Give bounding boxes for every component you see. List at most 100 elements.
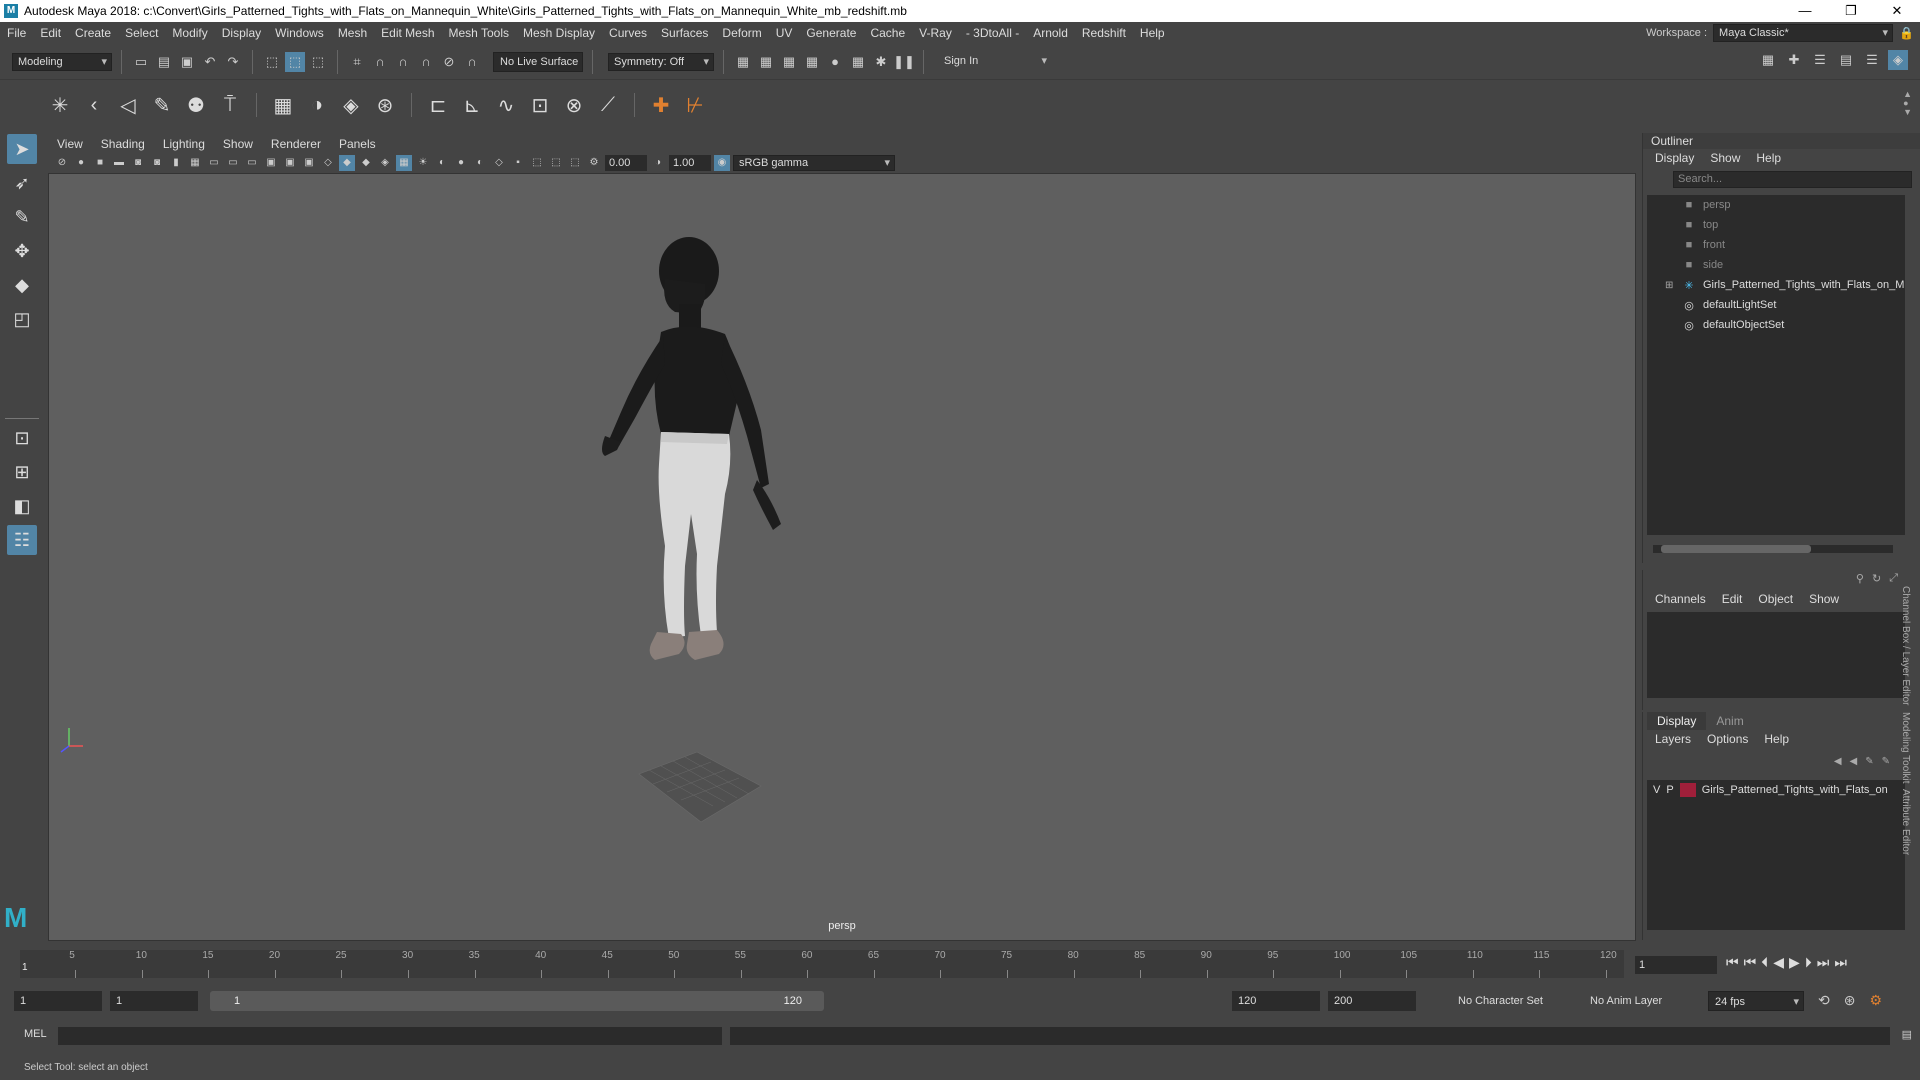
textured-icon[interactable]: ◈ (377, 155, 393, 171)
film-gate-icon[interactable]: ▭ (206, 155, 222, 171)
cb-menu-edit[interactable]: Edit (1714, 592, 1751, 606)
tab-modeling-toolkit[interactable]: Modeling Toolkit (1900, 712, 1911, 784)
expand-icon[interactable]: ⊞ (1665, 280, 1673, 291)
live-surface-field[interactable]: No Live Surface (493, 51, 583, 72)
bend-icon[interactable]: ⊏ (424, 91, 452, 119)
undo-icon[interactable]: ↶ (200, 52, 220, 72)
play-forwards-icon[interactable]: ▶ (1789, 954, 1800, 971)
human-ik-icon[interactable]: ✚ (1784, 50, 1804, 70)
step-back-key-icon[interactable]: ⏮ (1744, 954, 1757, 971)
menu-file[interactable]: File (0, 26, 33, 40)
menu-edit[interactable]: Edit (33, 26, 68, 40)
wireframe-icon[interactable]: ◇ (320, 155, 336, 171)
snap-point-icon[interactable]: ∩ (393, 52, 413, 72)
joint-icon[interactable]: ⍑ (216, 91, 244, 119)
move-tool-icon[interactable]: ✥ (7, 236, 37, 266)
animation-end-field[interactable]: 200 (1328, 991, 1416, 1011)
motion-blur-icon[interactable]: ● (453, 155, 469, 171)
gamma-field[interactable]: 1.00 (669, 155, 711, 171)
le-menu-options[interactable]: Options (1699, 732, 1756, 746)
light-editor-icon[interactable]: ✱ (871, 52, 891, 72)
resolution-gate-icon[interactable]: ▭ (225, 155, 241, 171)
outliner-item[interactable]: ■ front (1647, 235, 1905, 255)
squash-icon[interactable]: ⊡ (526, 91, 554, 119)
outliner-item[interactable]: ⊞ ✳ Girls_Patterned_Tights_with_Flats_on_M (1647, 275, 1905, 295)
tab-anim[interactable]: Anim (1706, 712, 1753, 730)
modeling-toolkit-icon[interactable]: ▦ (1758, 50, 1778, 70)
outliner-item[interactable]: ■ side (1647, 255, 1905, 275)
ik-handle-icon[interactable]: ⊬ (681, 91, 709, 119)
wireframe-on-shaded-icon[interactable]: ◆ (358, 155, 374, 171)
channel-box-toggle-icon[interactable]: ☰ (1862, 50, 1882, 70)
layer-editor-toggle-icon[interactable]: ◈ (1888, 50, 1908, 70)
minimize-button[interactable]: — (1782, 0, 1828, 22)
hypershade-icon[interactable]: ● (825, 52, 845, 72)
restore-button[interactable]: ❐ (1828, 0, 1874, 22)
script-editor-icon[interactable]: ▤ (1902, 1028, 1912, 1041)
ep-curve-icon[interactable]: ‹ (80, 91, 108, 119)
camera-select-icon[interactable]: ⊘ (54, 155, 70, 171)
layer-playback-toggle[interactable]: P (1666, 784, 1673, 796)
menu-edit-mesh[interactable]: Edit Mesh (374, 26, 441, 40)
menu-mesh-display[interactable]: Mesh Display (516, 26, 602, 40)
select-object-icon[interactable]: ⬚ (285, 51, 305, 72)
camera-attr-icon[interactable]: ● (73, 155, 89, 171)
vp-menu-show[interactable]: Show (214, 137, 262, 151)
le-menu-layers[interactable]: Layers (1647, 732, 1699, 746)
pin-icon[interactable]: ⤢ (1889, 572, 1898, 585)
layer-row[interactable]: V P Girls_Patterned_Tights_with_Flats_on (1647, 780, 1905, 800)
sine-icon[interactable]: ∿ (492, 91, 520, 119)
menu-uv[interactable]: UV (769, 26, 800, 40)
gate-mask-icon[interactable]: ▭ (244, 155, 260, 171)
menu-select[interactable]: Select (118, 26, 165, 40)
tab-channel-box-layer-editor[interactable]: Channel Box / Layer Editor (1900, 586, 1911, 706)
loop-icon[interactable]: ⟲ (1818, 992, 1830, 1009)
outliner-layout-icon[interactable]: ☷ (7, 525, 37, 555)
outliner-item[interactable]: ■ persp (1647, 195, 1905, 215)
scale-tool-icon[interactable]: ◰ (7, 304, 37, 334)
bookmark-icon[interactable]: ■ (92, 155, 108, 171)
time-slider[interactable]: 1 5 10 15 20 25 30 35 40 45 50 55 60 65 70 75 80 85 90 95 10… (0, 948, 1920, 982)
move-layer-down-icon[interactable]: ◀ (1850, 756, 1858, 767)
outliner-search-input[interactable]: Search... (1673, 171, 1912, 188)
range-bar[interactable]: 1 120 (210, 991, 824, 1011)
lock-icon[interactable]: 🔒 (1899, 26, 1914, 40)
step-forward-key-icon[interactable]: ⏭ (1817, 954, 1830, 971)
outliner-item[interactable]: ◎ defaultLightSet (1647, 295, 1905, 315)
tab-attribute-editor[interactable]: Attribute Editor (1900, 789, 1911, 855)
wave-icon[interactable]: ⟋ (594, 91, 622, 119)
select-tool-icon[interactable]: ➤ (7, 134, 37, 164)
color-management-icon[interactable]: ◉ (714, 155, 730, 171)
outliner-menu-show[interactable]: Show (1702, 151, 1748, 165)
vp-menu-lighting[interactable]: Lighting (154, 137, 214, 151)
command-input[interactable] (58, 1027, 722, 1045)
key-icon[interactable]: ⚲ (1856, 572, 1864, 585)
vp-menu-view[interactable]: View (48, 137, 92, 151)
safe-title-icon[interactable]: ▣ (301, 155, 317, 171)
render-icon[interactable]: ▦ (756, 52, 776, 72)
playback-start-field[interactable]: 1 (110, 991, 198, 1011)
render-view-icon[interactable]: ▦ (733, 52, 753, 72)
grid-icon[interactable]: ▦ (187, 155, 203, 171)
image-plane-icon[interactable]: ▬ (111, 155, 127, 171)
use-all-lights-icon[interactable]: ▦ (396, 155, 412, 171)
color-space-dropdown[interactable]: sRGB gamma (733, 155, 895, 171)
animation-start-field[interactable]: 1 (14, 991, 102, 1011)
vp-menu-shading[interactable]: Shading (92, 137, 154, 151)
menu-generate[interactable]: Generate (799, 26, 863, 40)
layer-color-swatch[interactable] (1679, 783, 1696, 797)
four-view-icon[interactable]: ⊞ (7, 457, 37, 487)
pause-icon[interactable]: ❚❚ (893, 52, 915, 72)
menu-3dtoall[interactable]: - 3DtoAll - (959, 26, 1026, 40)
outliner-menu-display[interactable]: Display (1647, 151, 1702, 165)
vp-menu-renderer[interactable]: Renderer (262, 137, 330, 151)
menu-mesh-tools[interactable]: Mesh Tools (442, 26, 516, 40)
attribute-editor-icon[interactable]: ☰ (1810, 50, 1830, 70)
render-settings-icon[interactable]: ▦ (802, 52, 822, 72)
menu-create[interactable]: Create (68, 26, 118, 40)
new-layer-icon[interactable]: ✎ (1865, 756, 1873, 767)
playback-end-field[interactable]: 120 (1232, 991, 1320, 1011)
go-to-end-icon[interactable]: ⏭ (1834, 954, 1847, 971)
menu-cache[interactable]: Cache (863, 26, 912, 40)
bezier-curve-icon[interactable]: ✎ (148, 91, 176, 119)
